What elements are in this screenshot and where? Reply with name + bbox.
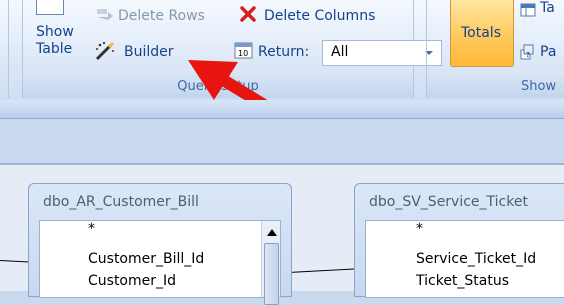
vertical-scrollbar[interactable] <box>261 221 280 305</box>
field-list[interactable]: * Customer_Bill_Id Customer_Id <box>39 220 281 305</box>
show-table-label-line1: Show <box>36 24 74 40</box>
builder-label: Builder <box>124 44 174 60</box>
delete-columns-button[interactable]: Delete Columns <box>238 4 408 26</box>
show-table-icon <box>36 0 64 15</box>
totals-label: Totals <box>461 25 501 41</box>
list-item[interactable]: Customer_Id <box>88 273 176 289</box>
list-item[interactable]: * <box>88 221 95 237</box>
group-title-show-hide: Show <box>427 76 564 98</box>
delete-rows-label: Delete Rows <box>118 8 205 24</box>
table-names-label: Ta <box>540 0 555 16</box>
list-item[interactable]: Service_Ticket_Id <box>416 251 536 267</box>
document-tab-strip <box>0 100 564 119</box>
totals-button[interactable]: Totals <box>450 0 514 67</box>
table-window-service-ticket[interactable]: dbo_SV_Service_Ticket * Service_Ticket_I… <box>354 183 564 298</box>
query-pane-header <box>0 119 564 165</box>
delete-x-icon <box>240 6 256 26</box>
show-table-label-line2: Table <box>36 41 73 57</box>
scroll-up-icon[interactable] <box>267 229 277 236</box>
table-names-icon <box>520 2 536 21</box>
field-list[interactable]: * Service_Ticket_Id Ticket_Status <box>365 220 564 298</box>
table-title: dbo_AR_Customer_Bill <box>43 194 199 210</box>
table-window-customer-bill[interactable]: dbo_AR_Customer_Bill * Customer_Bill_Id … <box>28 183 292 305</box>
builder-button[interactable]: Builder <box>94 40 194 64</box>
return-dropdown[interactable]: All <box>322 40 442 66</box>
show-table-button[interactable]: Show Table <box>30 0 90 76</box>
table-title: dbo_SV_Service_Ticket <box>369 194 528 210</box>
parameters-button[interactable]: ? Pa <box>518 40 564 62</box>
parameters-label: Pa <box>540 44 557 60</box>
svg-text:?: ? <box>526 51 530 59</box>
delete-columns-label: Delete Columns <box>264 8 376 24</box>
return-dropdown-value: All <box>331 44 349 60</box>
parameters-icon: ? <box>520 44 536 64</box>
wand-icon <box>94 41 116 65</box>
table-names-button[interactable]: Ta <box>518 0 564 22</box>
delete-rows-icon <box>96 6 114 20</box>
ribbon-group-previous <box>0 0 9 98</box>
list-item[interactable]: Ticket_Status <box>416 273 509 289</box>
list-item[interactable]: * <box>416 221 423 237</box>
scrollbar-thumb[interactable] <box>264 243 279 305</box>
list-item[interactable]: Customer_Bill_Id <box>88 251 204 267</box>
